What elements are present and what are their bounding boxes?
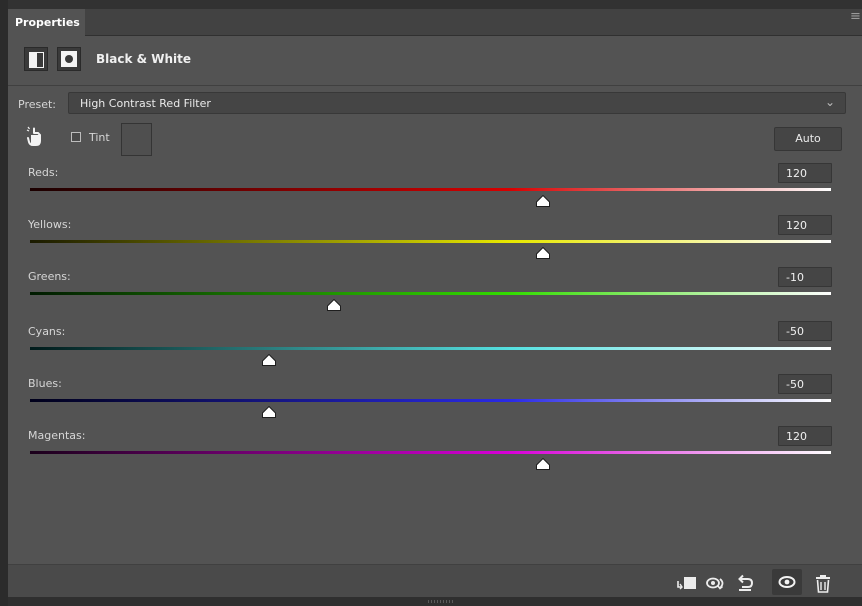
magentas-slider-thumb[interactable] (536, 458, 550, 470)
window-frame-top (8, 0, 862, 9)
greens-slider-thumb[interactable] (327, 299, 341, 311)
view-previous-state-icon[interactable] (705, 573, 727, 595)
slider-label-magentas: Magentas: (28, 429, 86, 442)
blues-slider-track[interactable] (30, 399, 831, 402)
slider-label-yellows: Yellows: (28, 218, 72, 231)
adjustment-layer-icon[interactable] (24, 47, 48, 71)
yellows-value-field[interactable]: 120 (778, 215, 832, 235)
tab-properties[interactable]: Properties (8, 9, 85, 36)
tint-color-swatch[interactable] (121, 123, 152, 156)
window-frame-left (0, 0, 8, 606)
eye-icon (778, 576, 796, 588)
yellows-slider-thumb[interactable] (536, 247, 550, 259)
preset-value: High Contrast Red Filter (80, 97, 211, 110)
cyans-value-field[interactable]: -50 (778, 321, 832, 341)
tint-label: Tint (89, 131, 110, 144)
yellows-slider-track[interactable] (30, 240, 831, 243)
slider-label-reds: Reds: (28, 166, 59, 179)
slider-label-greens: Greens: (28, 270, 71, 283)
cyans-slider-thumb[interactable] (262, 354, 276, 366)
magentas-value-field[interactable]: 120 (778, 426, 832, 446)
slider-label-blues: Blues: (28, 377, 62, 390)
reds-value-field[interactable]: 120 (778, 163, 832, 183)
chevron-down-icon: ⌄ (824, 95, 835, 109)
blues-slider-thumb[interactable] (262, 406, 276, 418)
magentas-slider-track[interactable] (30, 451, 831, 454)
trash-icon[interactable] (812, 573, 834, 595)
tint-checkbox[interactable] (71, 132, 81, 142)
reds-slider-thumb[interactable] (536, 195, 550, 207)
blues-value-field[interactable]: -50 (778, 374, 832, 394)
panel-menu-icon[interactable]: ≡ (850, 10, 862, 23)
panel-title: Black & White (96, 52, 192, 66)
reds-slider-track[interactable] (30, 188, 831, 191)
reset-icon[interactable] (734, 573, 756, 595)
greens-value-field[interactable]: -10 (778, 267, 832, 287)
divider (8, 85, 862, 86)
slider-label-cyans: Cyans: (28, 325, 66, 338)
layer-mask-icon[interactable] (57, 47, 81, 71)
preset-label: Preset: (18, 98, 57, 111)
cyans-slider-track[interactable] (30, 347, 831, 350)
targeted-adjustment-hand-icon[interactable] (25, 126, 45, 148)
greens-slider-track[interactable] (30, 292, 831, 295)
clip-to-layer-icon[interactable] (676, 573, 698, 595)
resize-grip[interactable] (428, 600, 454, 603)
preset-dropdown[interactable]: High Contrast Red Filter ⌄ (68, 92, 846, 114)
auto-button[interactable]: Auto (774, 127, 842, 151)
visibility-toggle-button[interactable] (772, 569, 802, 595)
panel-tab-bar (8, 9, 862, 36)
